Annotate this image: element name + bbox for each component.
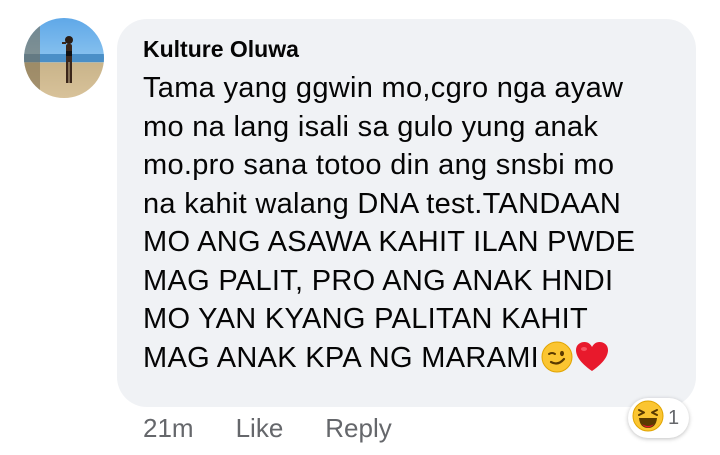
reaction-summary[interactable]: 1 xyxy=(628,398,690,438)
comment-line: mo.pro sana totoo din ang snsbi mo xyxy=(143,149,615,181)
reaction-count: 1 xyxy=(668,406,680,429)
comment-text: Tama yang ggwin mo,cgro nga ayaw mo na l… xyxy=(143,69,676,383)
comment-line: Tama yang ggwin mo,cgro nga ayaw xyxy=(143,72,624,104)
red-heart-emoji-icon xyxy=(575,341,609,384)
avatar[interactable] xyxy=(24,18,104,98)
like-button[interactable]: Like xyxy=(236,413,284,444)
comment-line: MO YAN KYANG PALITAN KAHIT xyxy=(143,303,589,335)
profile-photo-icon xyxy=(24,18,104,98)
author-name[interactable]: Kulture Oluwa xyxy=(143,35,676,63)
comment-line: MAG ANAK KPA NG MARAMI xyxy=(143,341,540,374)
comment: Kulture Oluwa Tama yang ggwin mo,cgro ng… xyxy=(0,0,720,455)
reply-button[interactable]: Reply xyxy=(325,413,391,444)
comment-line: mo na lang isali sa gulo yung anak xyxy=(143,110,599,143)
smirk-emoji-icon xyxy=(541,341,573,384)
comment-bubble: Kulture Oluwa Tama yang ggwin mo,cgro ng… xyxy=(117,19,696,407)
comment-last-line: MAG ANAK KPA NG MARAMI xyxy=(143,339,676,384)
comment-line: MAG PALIT, PRO ANG ANAK HNDI xyxy=(143,264,614,297)
timestamp[interactable]: 21m xyxy=(143,413,194,444)
comment-line: na kahit walang DNA test.TANDAAN xyxy=(143,187,622,220)
comment-actions: 21m Like Reply xyxy=(143,410,434,446)
comment-line: MO ANG ASAWA KAHIT ILAN PWDE xyxy=(143,226,636,258)
haha-reaction-icon xyxy=(632,400,664,437)
